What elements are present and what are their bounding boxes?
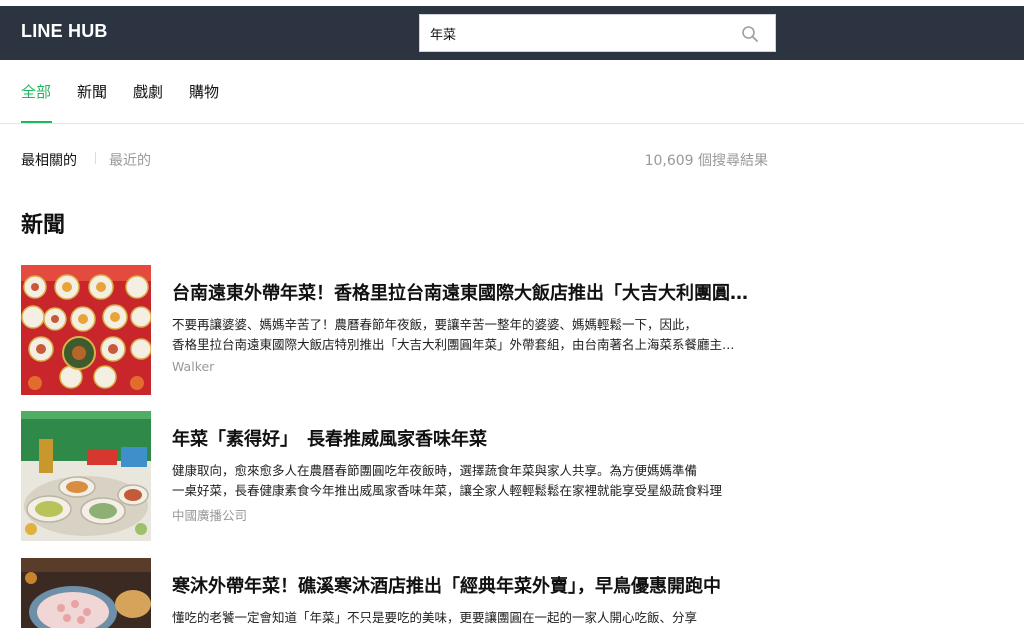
article-desc-line: 懂吃的老饕一定會知道「年菜」不只是要吃的美味，更要讓團圓在一起的一家人開心吃飯、… [172, 610, 698, 625]
article-thumbnail[interactable] [21, 558, 151, 628]
article-desc-line: 健康取向，愈來愈多人在農曆春節團圓吃年夜飯時，選擇蔬食年菜與家人共享。為方便媽媽… [172, 463, 698, 478]
article-thumbnail[interactable] [21, 411, 151, 541]
news-item[interactable]: 年菜「素得好」 長春推威風家香味年菜 健康取向，愈來愈多人在農曆春節團圓吃年夜飯… [21, 411, 751, 541]
tab-shopping[interactable]: 購物 [189, 81, 219, 102]
tab-all[interactable]: 全部 [21, 81, 51, 102]
article-desc-line: 香格里拉台南遠東國際大飯店特別推出「大吉大利團圓年菜」外帶套組，由台南著名上海菜… [172, 337, 747, 352]
article-description: 懂吃的老饕一定會知道「年菜」不只是要吃的美味，更要讓團圓在一起的一家人開心吃飯、… [172, 608, 747, 628]
tab-news[interactable]: 新聞 [77, 81, 107, 102]
article-description: 健康取向，愈來愈多人在農曆春節團圓吃年夜飯時，選擇蔬食年菜與家人共享。為方便媽媽… [172, 461, 747, 501]
news-item[interactable]: 台南遠東外帶年菜！香格里拉台南遠東國際大飯店推出「大吉大利團圓年菜」外帶套組 不… [21, 265, 752, 395]
result-count: 10,609 個搜尋結果 [644, 153, 768, 169]
tab-drama[interactable]: 戲劇 [133, 81, 163, 102]
article-description: 不要再讓婆婆、媽媽辛苦了！農曆春節年夜飯，要讓辛苦一整年的婆婆、媽媽輕鬆一下，因… [172, 315, 747, 355]
article-desc-line: 一桌好菜，長春健康素食今年推出威風家香味年菜，讓全家人輕輕鬆鬆在家裡就能享受星級… [172, 483, 723, 498]
line-hub-logo[interactable]: LINE HUB [21, 21, 108, 42]
news-item[interactable]: 寒沐外帶年菜！礁溪寒沐酒店推出「經典年菜外賣」，早鳥優惠開跑中 懂吃的老饕一定會… [21, 558, 751, 628]
top-bar: LINE HUB [0, 6, 1024, 60]
article-desc-line: 不要再讓婆婆、媽媽辛苦了！農曆春節年夜飯，要讓辛苦一整年的婆婆、媽媽輕鬆一下，因… [172, 317, 698, 332]
article-title[interactable]: 台南遠東外帶年菜！香格里拉台南遠東國際大飯店推出「大吉大利團圓年菜」外帶套組 [172, 282, 752, 306]
sort-most-recent[interactable]: 最近的 [109, 150, 151, 170]
article-source: Walker [172, 359, 215, 374]
search-box[interactable] [419, 14, 776, 52]
search-icon[interactable] [740, 24, 760, 44]
article-source: 中國廣播公司 [172, 508, 248, 523]
section-title-news: 新聞 [21, 213, 66, 238]
sort-divider [95, 152, 96, 164]
sort-most-relevant[interactable]: 最相關的 [21, 150, 77, 170]
article-title[interactable]: 寒沐外帶年菜！礁溪寒沐酒店推出「經典年菜外賣」，早鳥優惠開跑中 [172, 575, 752, 599]
category-tabs: 全部 新聞 戲劇 購物 [0, 60, 1024, 124]
search-input[interactable] [430, 15, 730, 51]
active-tab-indicator [21, 121, 52, 123]
article-thumbnail[interactable] [21, 265, 151, 395]
article-title[interactable]: 年菜「素得好」 長春推威風家香味年菜 [172, 428, 752, 452]
